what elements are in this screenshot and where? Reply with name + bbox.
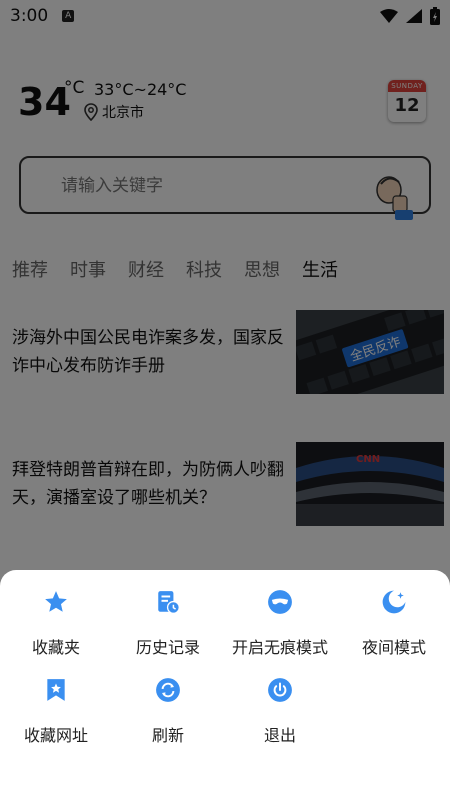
bookmark-icon [42,676,70,704]
menu-incognito[interactable]: 开启无痕模式 [224,588,336,658]
menu-exit[interactable]: 退出 [224,676,336,746]
menu-refresh[interactable]: 刷新 [112,676,224,746]
menu-favorites[interactable]: 收藏夹 [0,588,112,658]
menu-label: 收藏夹 [31,638,80,657]
incognito-icon [266,588,294,616]
power-icon [266,676,294,704]
refresh-icon [154,676,182,704]
menu-label: 刷新 [151,726,184,745]
history-icon [154,588,182,616]
bottom-sheet-menu: 收藏夹 历史记录 开启无痕模式 夜间模式 收藏网址 刷新 退出 [0,570,450,800]
menu-bookmark-url[interactable]: 收藏网址 [0,676,112,746]
star-icon [42,588,70,616]
menu-history[interactable]: 历史记录 [112,588,224,658]
menu-label: 退出 [263,726,296,745]
menu-label: 历史记录 [135,638,200,657]
menu-night-mode[interactable]: 夜间模式 [338,588,450,658]
menu-label: 开启无痕模式 [231,638,328,657]
menu-label: 收藏网址 [23,726,88,745]
moon-icon [380,588,408,616]
menu-label: 夜间模式 [361,638,426,657]
